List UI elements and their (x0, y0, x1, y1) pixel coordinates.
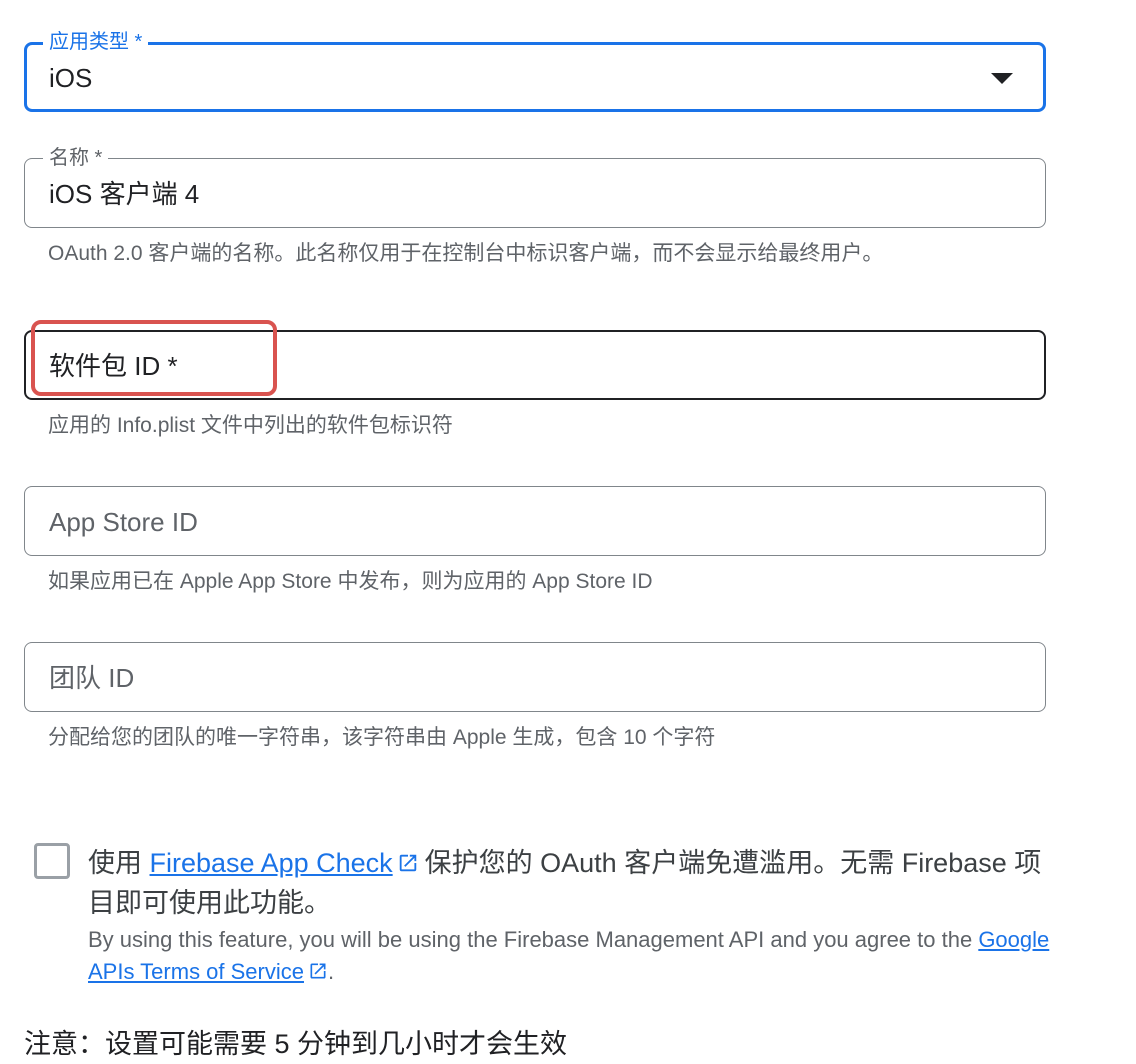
name-label: 名称 * (43, 145, 109, 171)
app-check-prefix: 使用 (88, 848, 150, 878)
name-hint: OAuth 2.0 客户端的名称。此名称仅用于在控制台中标识客户端，而不会显示给… (48, 242, 884, 265)
external-link-icon (399, 854, 416, 872)
app-type-select[interactable]: 应用类型 * iOS (24, 29, 1046, 112)
terms-sub-end: . (328, 959, 335, 984)
app-check-terms-text: By using this feature, you will be using… (88, 924, 1068, 988)
team-id-hint: 分配给您的团队的唯一字符串，该字符串由 Apple 生成，包含 10 个字符 (48, 726, 716, 749)
external-link-icon (310, 963, 326, 979)
team-id-field[interactable]: 团队 ID (24, 642, 1046, 712)
settings-note: 注意：设置可能需要 5 分钟到几小时才会生效 (24, 1029, 568, 1059)
app-check-label: 使用 Firebase App Check 保护您的 OAuth 客户端免遭滥用。… (88, 843, 1048, 923)
app-store-id-field[interactable]: App Store ID (24, 486, 1046, 556)
bundle-id-placeholder: 软件包 ID * (49, 351, 178, 381)
app-store-id-placeholder: App Store ID (49, 507, 198, 537)
bundle-id-field[interactable]: 软件包 ID * (24, 330, 1046, 400)
app-type-value: iOS (49, 63, 93, 93)
team-id-placeholder: 团队 ID (49, 663, 135, 693)
firebase-app-check-link[interactable]: Firebase App Check (150, 848, 393, 878)
app-check-checkbox[interactable] (34, 843, 70, 879)
app-store-id-hint: 如果应用已在 Apple App Store 中发布，则为应用的 App Sto… (48, 570, 653, 593)
name-value: iOS 客户端 4 (49, 179, 200, 209)
dropdown-arrow-icon[interactable] (991, 73, 1013, 84)
app-type-label: 应用类型 * (43, 29, 149, 55)
terms-sub-text: By using this feature, you will be using… (88, 927, 979, 952)
bundle-id-hint: 应用的 Info.plist 文件中列出的软件包标识符 (48, 414, 453, 437)
name-field[interactable]: 名称 * iOS 客户端 4 (24, 145, 1046, 228)
